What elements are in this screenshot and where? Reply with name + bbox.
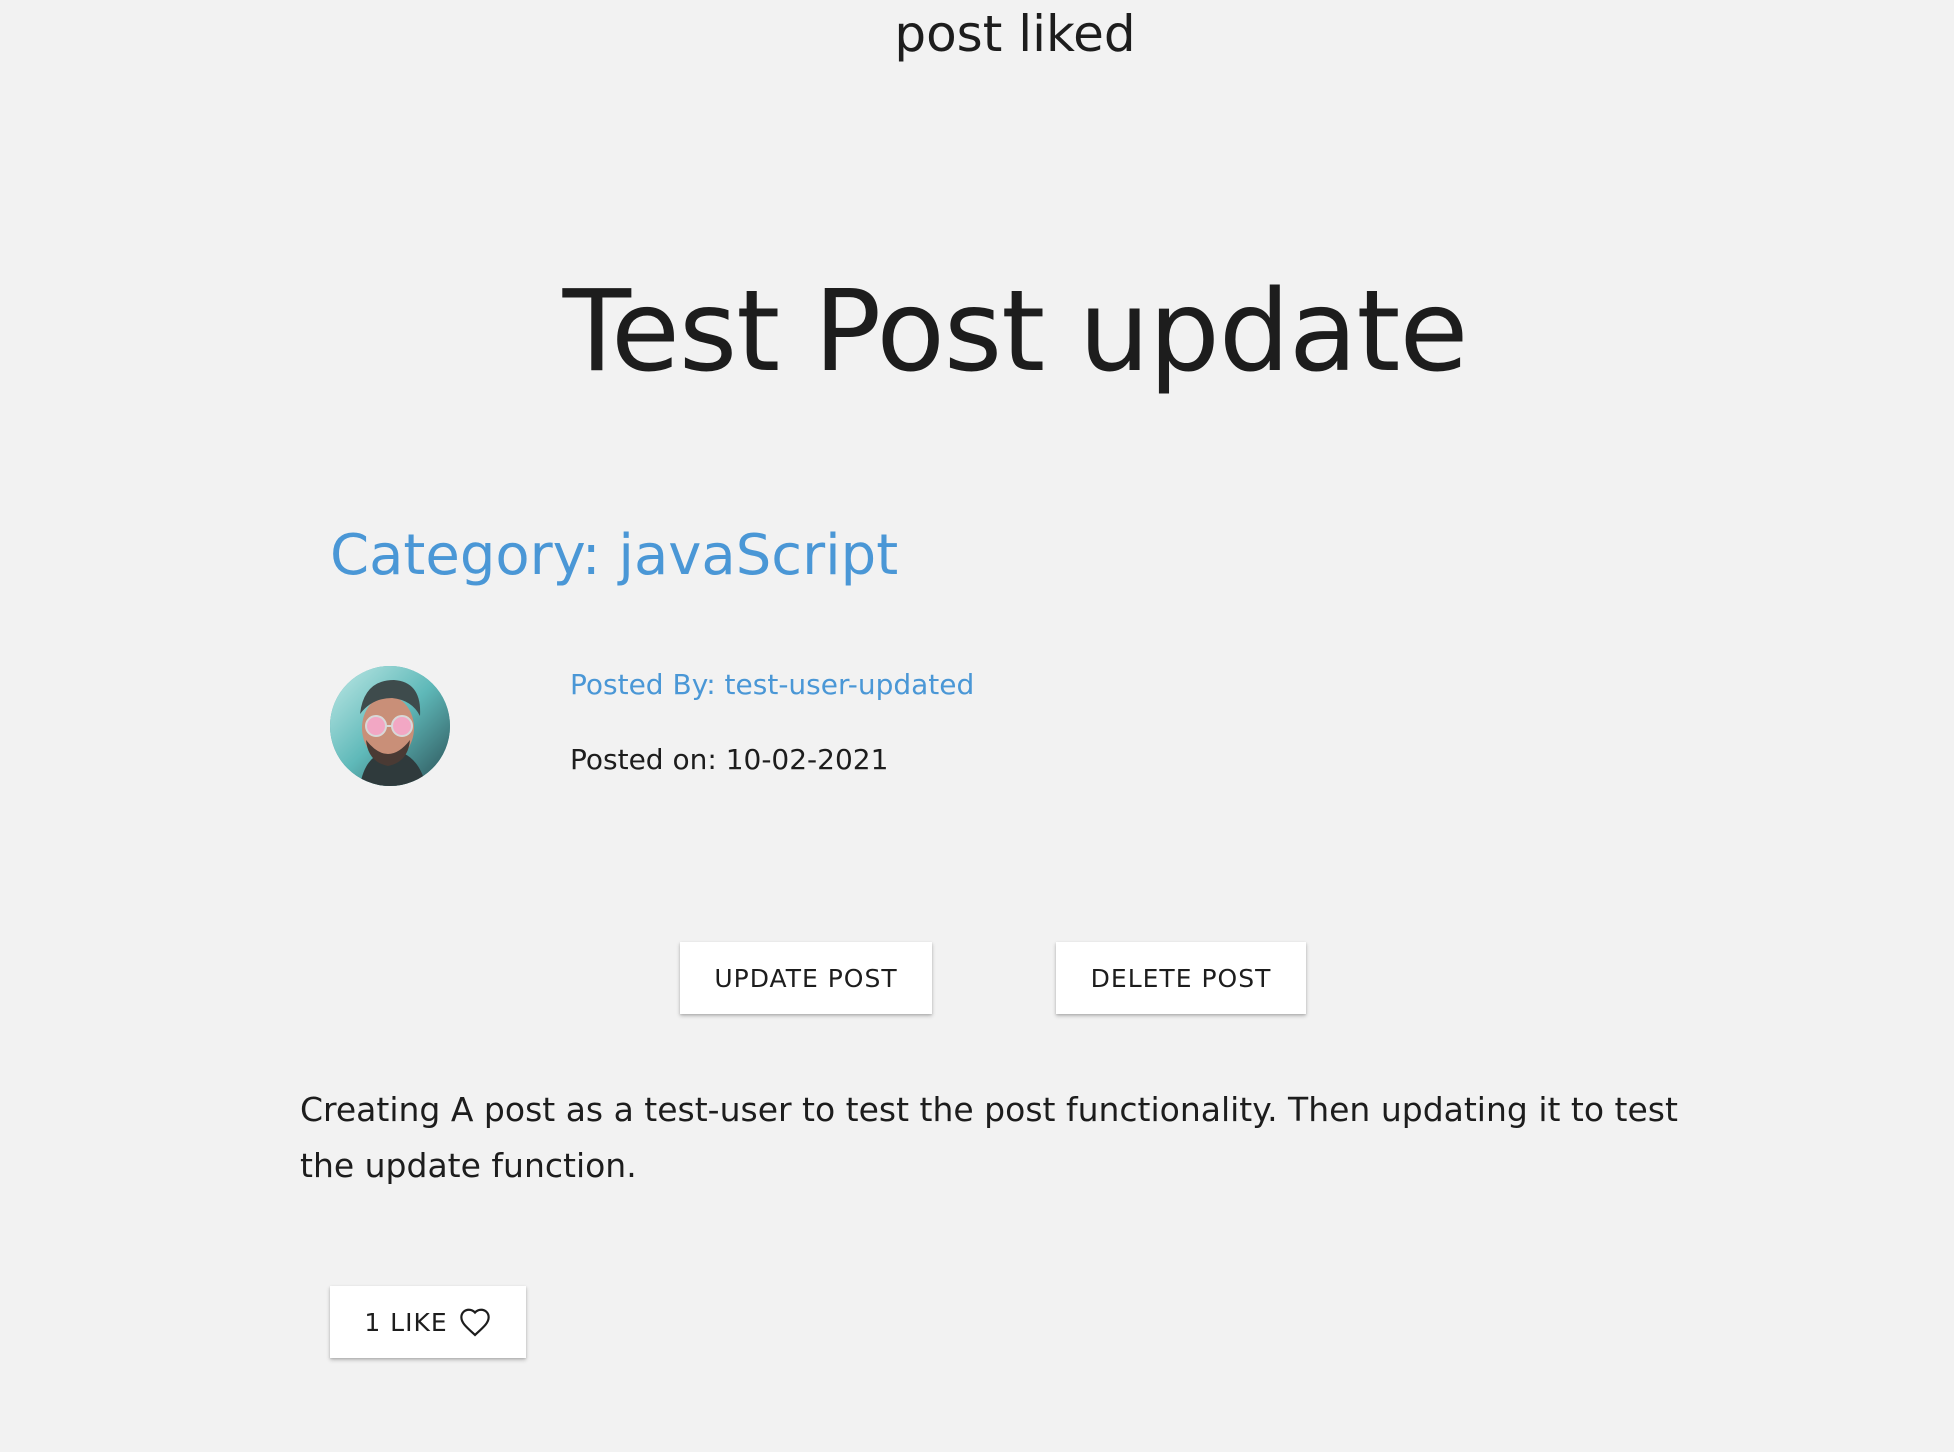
posted-by[interactable]: Posted By: test-user-updated [570, 665, 974, 705]
post-category: Category: javaScript [330, 523, 899, 588]
post-content: Creating A post as a test-user to test t… [300, 1090, 1678, 1185]
heart-outline-icon [459, 1308, 490, 1337]
like-count: 1 [364, 1307, 382, 1337]
update-post-button[interactable]: UPDATE POST [680, 942, 932, 1014]
posted-on: Posted on: 10-02-2021 [570, 743, 889, 776]
post-title: Test Post update [562, 267, 1469, 397]
like-button[interactable]: 1 LIKE [330, 1286, 526, 1358]
author-avatar-image [330, 666, 450, 786]
avatar [330, 666, 450, 786]
delete-post-button[interactable]: DELETE POST [1056, 942, 1306, 1014]
like-text: LIKE [390, 1307, 448, 1337]
like-label: 1 LIKE [364, 1308, 447, 1337]
toast-message: post liked [894, 5, 1136, 63]
